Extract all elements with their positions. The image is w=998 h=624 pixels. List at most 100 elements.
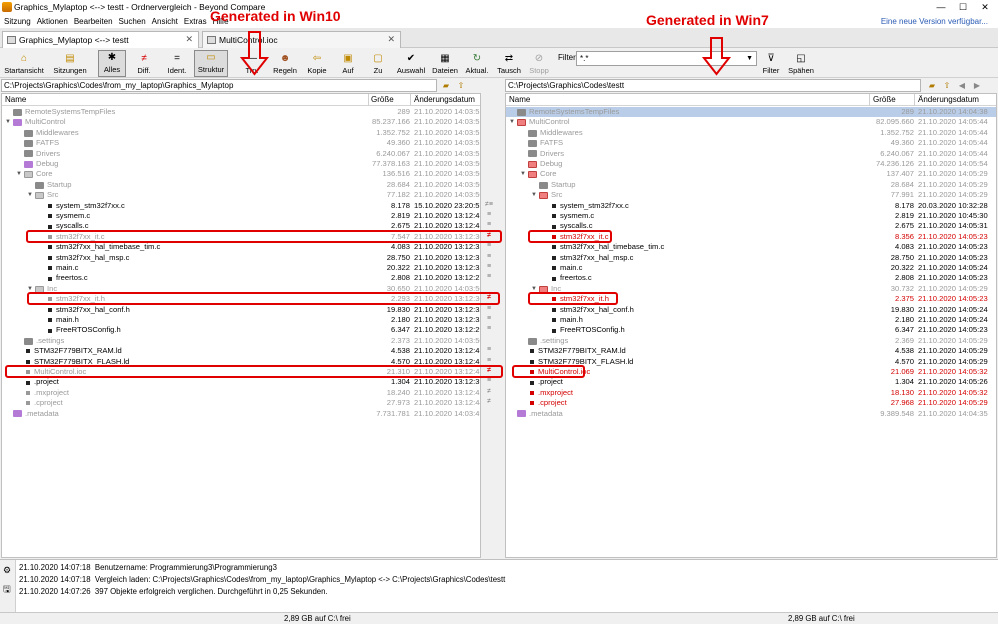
update-notice-link[interactable]: Eine neue Version verfügbar... [881, 17, 988, 26]
file-row[interactable]: stm32f7xx_hal_msp.c 28.750 21.10.2020 14:0… [506, 253, 996, 263]
folder-row[interactable]: Middlewares 1.352.752 21.10.2020 14:05:44 [506, 128, 996, 138]
browse-folder-icon[interactable]: ▰ [440, 80, 452, 91]
file-row[interactable]: sysmem.c 2.819 21.10.2020 13:12:45 [2, 211, 480, 221]
left-folder-pane[interactable]: Name Größe Änderungsdatum RemoteSystemsT… [1, 93, 481, 558]
folder-row[interactable]: .settings 2.373 21.10.2020 14:03:50 [2, 336, 480, 346]
gear-icon[interactable]: ⚙ [3, 565, 11, 576]
show-same-button[interactable]: = Ident. [163, 50, 191, 77]
collapse-button[interactable]: ▢ Zu [367, 50, 389, 77]
show-all-button[interactable]: ✱ Alles [98, 50, 126, 77]
file-row[interactable]: STM32F779BITX_RAM.ld 4.538 21.10.2020 14:0… [506, 346, 996, 356]
file-row[interactable]: stm32f7xx_hal_msp.c 28.750 21.10.2020 13:1… [2, 253, 480, 263]
structure-button[interactable]: ▭ Struktur [194, 50, 228, 77]
forward-icon[interactable]: ▶ [971, 80, 983, 91]
rules-button[interactable]: ☻ Regeln [270, 50, 300, 77]
file-row[interactable]: STM32F779BITX_RAM.ld 4.538 21.10.2020 13:1… [2, 346, 480, 356]
file-row[interactable]: .project 1.304 21.10.2020 14:05:26 [506, 377, 996, 387]
expand-button[interactable]: ▣ Auf [337, 50, 359, 77]
tab-close-icon[interactable]: ✕ [387, 34, 395, 45]
file-row[interactable]: main.c 20.322 21.10.2020 13:12:32 [2, 263, 480, 273]
folder-row[interactable]: FATFS 49.360 21.10.2020 14:05:44 [506, 138, 996, 148]
browse-folder-icon[interactable]: ▰ [926, 80, 938, 91]
menu-extras[interactable]: Extras [184, 17, 207, 26]
expander-open-icon[interactable]: ▼ [509, 117, 517, 127]
tab-folder-compare[interactable]: Graphics_Mylaptop <--> testt ✕ [2, 31, 199, 48]
folder-row[interactable]: ▼ MultiControl 82.095.660 21.10.2020 14:05:… [506, 117, 996, 127]
folder-row[interactable]: Debug 77.378.163 21.10.2020 14:03:50 [2, 159, 480, 169]
file-row[interactable]: system_stm32f7xx.c 8.178 15.10.2020 23:20:… [2, 201, 480, 211]
file-row[interactable]: .mxproject 18.130 21.10.2020 14:05:32 [506, 388, 996, 398]
stop-button[interactable]: ⊘ Stopp [526, 50, 552, 77]
folder-row[interactable]: ▼ Src 77.991 21.10.2020 14:05:29 [506, 190, 996, 200]
file-row[interactable]: freertos.c 2.808 21.10.2020 14:05:23 [506, 273, 996, 283]
expander-open-icon[interactable]: ▼ [16, 169, 24, 179]
save-log-icon[interactable]: 🖫 [3, 582, 11, 598]
expander-open-icon[interactable]: ▼ [27, 190, 35, 200]
select-button[interactable]: ✔ Auswahl [396, 50, 426, 77]
menu-sitzung[interactable]: Sitzung [4, 17, 31, 26]
folder-row[interactable]: ▼ Core 137.407 21.10.2020 14:05:29 [506, 169, 996, 179]
folder-row[interactable]: Startup 28.684 21.10.2020 14:03:50 [2, 180, 480, 190]
file-row[interactable]: sysmem.c 2.819 21.10.2020 10:45:30 [506, 211, 996, 221]
folder-row[interactable]: Startup 28.684 21.10.2020 14:05:29 [506, 180, 996, 190]
folder-row[interactable]: ▼ MultiControl 85.237.166 21.10.2020 14:03:… [2, 117, 480, 127]
col-date[interactable]: Änderungsdatum [414, 95, 475, 104]
folder-row[interactable]: .metadata 7.731.781 21.10.2020 14:03:49 [2, 409, 480, 419]
folder-row[interactable]: Drivers 6.240.067 21.10.2020 14:05:44 [506, 149, 996, 159]
right-folder-pane[interactable]: Name Größe Änderungsdatum RemoteSystemsT… [505, 93, 997, 558]
folder-row[interactable]: FATFS 49.360 21.10.2020 14:03:51 [2, 138, 480, 148]
folder-row[interactable]: ▼ Core 136.516 21.10.2020 14:03:50 [2, 169, 480, 179]
col-date[interactable]: Änderungsdatum [918, 95, 979, 104]
left-path-input[interactable]: C:\Projects\Graphics\Codes\from_my_lapto… [1, 79, 437, 92]
expander-open-icon[interactable]: ▼ [531, 190, 539, 200]
folder-row[interactable]: .settings 2.369 21.10.2020 14:05:29 [506, 336, 996, 346]
file-row[interactable]: stm32f7xx_hal_conf.h 19.830 21.10.2020 14:… [506, 305, 996, 315]
file-row[interactable]: main.c 20.322 21.10.2020 14:05:24 [506, 263, 996, 273]
sessions-button[interactable]: ▤ Sitzungen [48, 50, 92, 77]
right-path-input[interactable]: C:\Projects\Graphics\Codes\testt [505, 79, 921, 92]
menu-bearbeiten[interactable]: Bearbeiten [74, 17, 113, 26]
file-row[interactable]: main.h 2.180 21.10.2020 14:05:24 [506, 315, 996, 325]
file-row[interactable]: FreeRTOSConfig.h 6.347 21.10.2020 14:05:23 [506, 325, 996, 335]
folder-row[interactable]: ▼ Src 77.182 21.10.2020 14:03:50 [2, 190, 480, 200]
filter-button[interactable]: ⊽ Filter [760, 50, 782, 77]
tab-close-icon[interactable]: ✕ [185, 34, 193, 45]
folder-row[interactable]: Drivers 6.240.067 21.10.2020 14:03:51 [2, 149, 480, 159]
file-row[interactable]: FreeRTOSConfig.h 6.347 21.10.2020 13:12:29 [2, 325, 480, 335]
peek-button[interactable]: ◱ Spähen [786, 50, 816, 77]
col-name[interactable]: Name [5, 95, 26, 104]
file-row[interactable]: .mxproject 18.240 21.10.2020 13:12:45 [2, 388, 480, 398]
tab-text-compare[interactable]: MultiControl.ioc ✕ [202, 31, 401, 48]
back-icon[interactable]: ◀ [956, 80, 968, 91]
file-row[interactable]: .cproject 27.973 21.10.2020 13:12:44 [2, 398, 480, 408]
copy-button[interactable]: ⇦ Kopie [304, 50, 330, 77]
up-folder-icon[interactable]: ⇧ [455, 80, 467, 91]
file-row[interactable]: freertos.c 2.808 21.10.2020 13:12:27 [2, 273, 480, 283]
up-folder-icon[interactable]: ⇧ [941, 80, 953, 91]
menu-aktionen[interactable]: Aktionen [37, 17, 68, 26]
file-row[interactable]: .project 1.304 21.10.2020 13:12:39 [2, 377, 480, 387]
file-row[interactable]: stm32f7xx_hal_timebase_tim.c 4.083 21.10.2… [506, 242, 996, 252]
show-diff-button[interactable]: ≠ Diff. [130, 50, 158, 77]
file-row[interactable]: .cproject 27.968 21.10.2020 14:05:29 [506, 398, 996, 408]
file-row[interactable]: main.h 2.180 21.10.2020 13:12:32 [2, 315, 480, 325]
folder-row[interactable]: Debug 74.236.126 21.10.2020 14:05:54 [506, 159, 996, 169]
close-button[interactable]: ✕ [974, 0, 996, 14]
file-row[interactable]: stm32f7xx_hal_conf.h 19.830 21.10.2020 13:… [2, 305, 480, 315]
col-size[interactable]: Größe [873, 95, 896, 104]
files-button[interactable]: ▦ Dateien [430, 50, 460, 77]
file-row[interactable]: stm32f7xx_hal_timebase_tim.c 4.083 21.10.2… [2, 242, 480, 252]
expander-open-icon[interactable]: ▼ [5, 117, 13, 127]
file-row[interactable]: system_stm32f7xx.c 8.178 20.03.2020 10:32:… [506, 201, 996, 211]
col-name[interactable]: Name [509, 95, 530, 104]
folder-row[interactable]: RemoteSystemsTempFiles 289 21.10.2020 14:0… [506, 107, 996, 118]
menu-suchen[interactable]: Suchen [119, 17, 146, 26]
folder-row[interactable]: RemoteSystemsTempFiles 289 21.10.2020 14:0… [2, 107, 480, 117]
swap-button[interactable]: ⇄ Tausch [496, 50, 522, 77]
refresh-button[interactable]: ↻ Aktual. [462, 50, 492, 77]
folder-row[interactable]: .metadata 9.389.548 21.10.2020 14:04:35 [506, 409, 996, 419]
chevron-down-icon[interactable]: ▼ [746, 52, 753, 65]
minimize-button[interactable]: — [930, 0, 952, 14]
maximize-button[interactable]: ☐ [952, 0, 974, 14]
expander-open-icon[interactable]: ▼ [520, 169, 528, 179]
